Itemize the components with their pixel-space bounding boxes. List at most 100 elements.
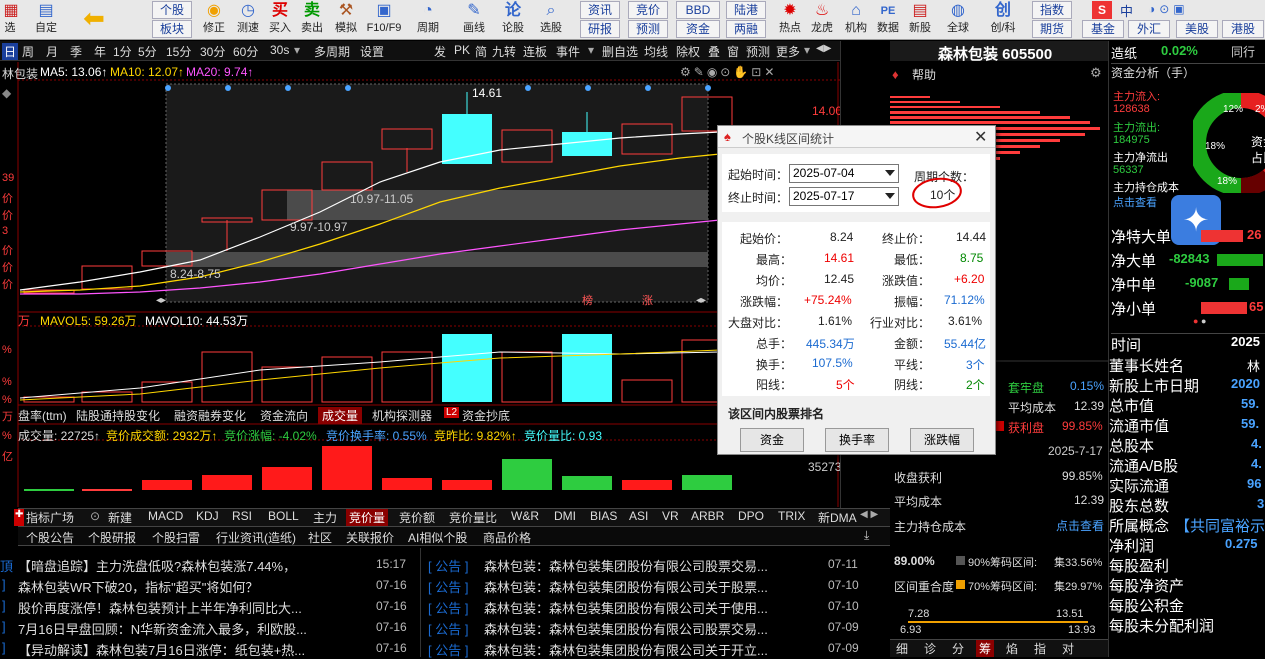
period-quarter[interactable]: 季: [70, 43, 82, 60]
chart-tool-icons[interactable]: ⚙✎◉⊙✋⊡✕: [680, 65, 777, 79]
yuce-button[interactable]: 预测: [628, 20, 668, 38]
lugang-button[interactable]: 陆港: [726, 1, 766, 19]
infotab-research[interactable]: 个股研报: [88, 529, 136, 546]
dropdown-arrow-icon[interactable]: ▾: [588, 43, 594, 57]
zixun-button[interactable]: 资讯: [580, 1, 620, 19]
zijin-button[interactable]: 资金: [676, 20, 720, 38]
news-item[interactable]: 【异动解读】森林包装7月16日涨停：纸包装+热...: [18, 640, 305, 659]
ganggu-button[interactable]: 港股: [1222, 20, 1264, 38]
menu-pk[interactable]: PK: [454, 43, 470, 57]
menu-exright[interactable]: 除权: [676, 43, 700, 60]
nav-arrows-icon[interactable]: ◀▶: [816, 43, 831, 54]
infotab-mine[interactable]: 个股扫雷: [152, 529, 200, 546]
toolbar-item-custom[interactable]: ▤ 自定: [28, 0, 64, 40]
start-date-select[interactable]: 2025-07-04: [789, 164, 899, 183]
sell-button[interactable]: 卖卖出: [296, 0, 328, 40]
period-1min[interactable]: 1分: [113, 43, 132, 60]
notice-item[interactable]: 森林包装：森林包装集团股份有限公司关于使用...: [484, 598, 768, 617]
btab-chou[interactable]: 筹: [976, 640, 995, 657]
download-icon[interactable]: ⤓: [864, 528, 869, 545]
jijin-button[interactable]: 基金: [1082, 20, 1124, 38]
btab-dui[interactable]: 对: [1062, 640, 1074, 657]
close-icon[interactable]: ✕: [974, 127, 987, 147]
subtab-margin[interactable]: 融资融券变化: [174, 407, 246, 424]
rank-capital-button[interactable]: 资金: [740, 428, 804, 452]
menu-jiuzhuan[interactable]: 九转: [492, 43, 516, 60]
subtab-detector[interactable]: 机构探测器: [372, 407, 432, 424]
btab-zhi[interactable]: 指: [1034, 640, 1046, 657]
menu-del-self[interactable]: 删自选: [602, 43, 638, 60]
btab-zhen[interactable]: 诊: [924, 640, 936, 657]
rank-change-button[interactable]: 涨跌幅: [910, 428, 974, 452]
toolbar-item-newstock[interactable]: ▤ 新股: [904, 0, 936, 40]
itab-dmi[interactable]: DMI: [554, 509, 576, 526]
toolbar-item-simulate[interactable]: ⚒ 模拟: [330, 0, 362, 40]
period-60min[interactable]: 60分: [233, 43, 258, 60]
period-week[interactable]: 周: [22, 43, 34, 60]
buy-button[interactable]: 买买入: [264, 0, 296, 40]
notice-item[interactable]: 森林包装：森林包装集团股份有限公司关于股票...: [484, 577, 768, 596]
itab-auction-amt[interactable]: 竞价额: [399, 509, 435, 526]
menu-window[interactable]: 窗: [727, 43, 739, 60]
news-item[interactable]: 7月16日早盘回顾：N华新资金流入最多，利欧股...: [18, 619, 307, 638]
itab-main[interactable]: 主力: [313, 509, 337, 526]
infotab-ai[interactable]: AI相似个股: [408, 529, 467, 546]
infotab-industry[interactable]: 行业资讯(造纸): [216, 529, 296, 546]
menu-ma[interactable]: 均线: [644, 43, 668, 60]
itab-trix[interactable]: TRIX: [778, 509, 805, 526]
toolbar-item-speed[interactable]: ◷ 测速: [232, 0, 264, 40]
toolbar-item-hot[interactable]: ✹ 热点: [774, 0, 806, 40]
itab-arbr[interactable]: ARBR: [691, 509, 724, 526]
period-15min[interactable]: 15分: [166, 43, 191, 60]
period-year[interactable]: 年: [94, 43, 106, 60]
news-item[interactable]: 森林包装WR下破20，指标"超买"将如何？: [18, 577, 258, 596]
itab-new[interactable]: 新建: [108, 509, 132, 526]
toolbar-item-global[interactable]: ◍ 全球: [942, 0, 974, 40]
subtab-flow[interactable]: 资金流向: [260, 407, 308, 424]
toolbar-item-org[interactable]: ⌂ 机构: [840, 0, 872, 40]
infotab-community[interactable]: 社区: [308, 529, 332, 546]
kline-chart-area[interactable]: 林包装 MA5: 13.06↑ MA10: 12.07↑ MA20: 9.74↑…: [0, 62, 842, 507]
itab-auction-ratio[interactable]: 竞价量比: [449, 509, 497, 526]
range-handle-right[interactable]: ◂▸: [696, 295, 706, 306]
end-date-select[interactable]: 2025-07-17: [789, 187, 899, 206]
zhishu-button[interactable]: 指数: [1032, 1, 1072, 19]
subtab-bottom-fish[interactable]: 资金抄底: [462, 407, 510, 424]
meigu-button[interactable]: 美股: [1176, 20, 1218, 38]
menu-overlay[interactable]: 叠: [708, 43, 720, 60]
menu-jian[interactable]: 简: [475, 43, 487, 60]
subtab-hk-hold[interactable]: 陆股通持股变化: [76, 407, 160, 424]
toolbar-item-dragon[interactable]: ♨ 龙虎: [806, 0, 838, 40]
itab-bias[interactable]: BIAS: [590, 509, 617, 526]
btab-yan[interactable]: 焰: [1006, 640, 1018, 657]
dropdown-arrow-icon[interactable]: ▾: [804, 43, 810, 57]
infotab-commodity[interactable]: 商品价格: [483, 529, 531, 546]
itab-macd[interactable]: MACD: [148, 509, 183, 526]
toolbar-item-pick[interactable]: ⌕ 选股: [535, 0, 567, 40]
itab-kdj[interactable]: KDJ: [196, 509, 219, 526]
toolbar-item-fix[interactable]: ◉ 修正: [198, 0, 230, 40]
toolbar-item-draw[interactable]: ✎ 画线: [458, 0, 490, 40]
news-item[interactable]: 【暗盘追踪】主力洗盘低吸?森林包装涨7.44%，: [18, 556, 368, 575]
rank-turnover-button[interactable]: 换手率: [825, 428, 889, 452]
toolbar-item-period[interactable]: ◔ 周期: [412, 0, 444, 40]
period-30min[interactable]: 30分: [200, 43, 225, 60]
gegu-button[interactable]: 个股: [152, 1, 192, 19]
peer-label[interactable]: 同行: [1231, 43, 1255, 60]
itab-rsi[interactable]: RSI: [232, 509, 252, 526]
bankuai-button[interactable]: 板块: [152, 20, 192, 38]
scroll-up-icon[interactable]: ◆: [2, 86, 11, 100]
qihuo-button[interactable]: 期货: [1032, 20, 1072, 38]
menu-more[interactable]: 更多: [776, 43, 800, 60]
itab-boll[interactable]: BOLL: [268, 509, 299, 526]
btab-xi[interactable]: 细: [896, 640, 908, 657]
menu-predict[interactable]: 预测: [746, 43, 770, 60]
btab-fen[interactable]: 分: [952, 640, 964, 657]
multi-period[interactable]: 多周期: [314, 43, 350, 60]
dropdown-arrow-icon[interactable]: ▾: [294, 43, 300, 57]
f10-value[interactable]: 【共同富裕示: [1175, 515, 1265, 536]
holding-link[interactable]: 点击查看: [1056, 517, 1104, 534]
notice-item[interactable]: 森林包装：森林包装集团股份有限公司股票交易...: [484, 556, 768, 575]
itab-auction-vol[interactable]: 竞价量: [346, 509, 389, 526]
toolbar-item-select[interactable]: ▦ 选: [0, 0, 20, 40]
